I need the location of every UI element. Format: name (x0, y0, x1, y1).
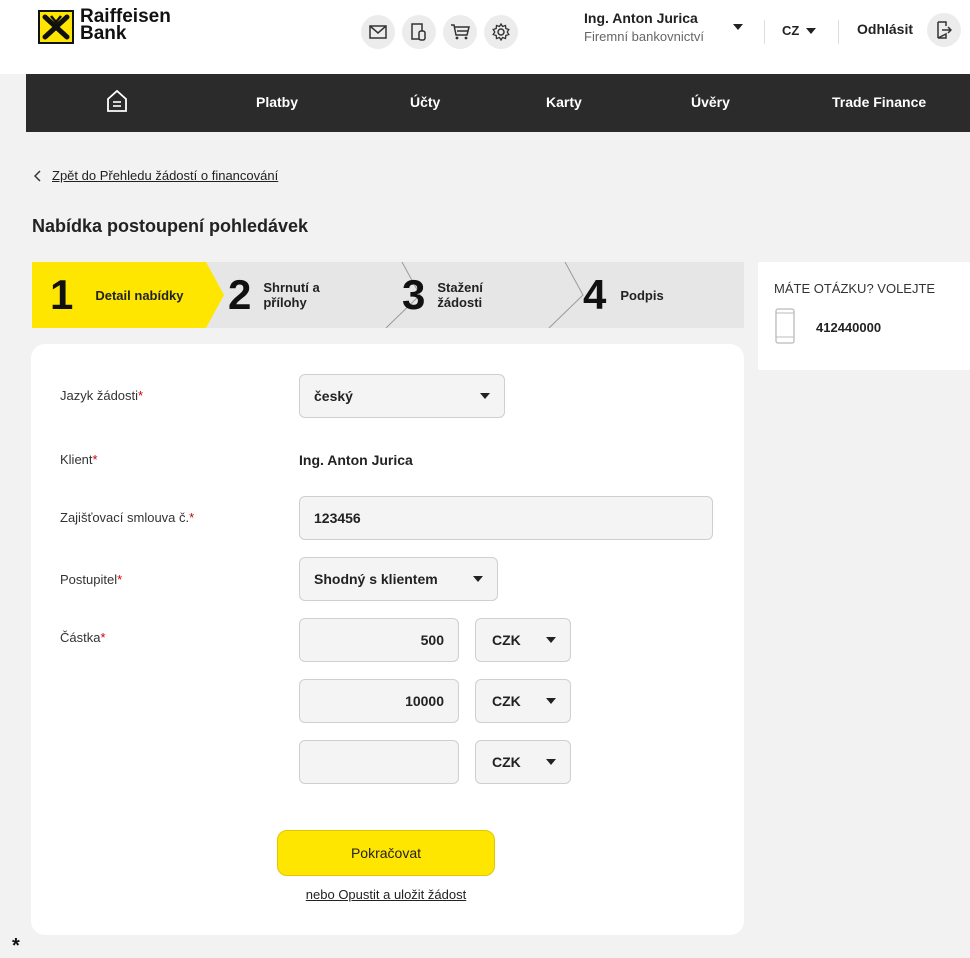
currency-value: CZK (492, 754, 521, 770)
chevron-down-icon (546, 759, 556, 765)
amount-value: 500 (420, 632, 444, 648)
step-label: Podpis (620, 287, 664, 303)
assignor-select[interactable]: Shodný s klientem (299, 557, 498, 601)
contract-label: Zajišťovací smlouva č.* (60, 510, 195, 525)
user-name: Ing. Anton Jurica (584, 10, 698, 26)
page-title: Nabídka postoupení pohledávek (32, 216, 309, 236)
chevron-down-icon (473, 576, 483, 582)
step-4[interactable]: 4 Podpis (583, 262, 664, 328)
document-icon[interactable] (402, 15, 436, 49)
stepper: 1 Detail nabídky 2 Shrnutí a přílohy 3 S… (32, 262, 744, 328)
logo-mark-icon (38, 10, 74, 44)
footnote-mark: * (12, 935, 20, 957)
chevron-down-icon (480, 393, 490, 399)
nav-item-karty[interactable]: Karty (546, 94, 582, 110)
language-value: CZ (782, 23, 800, 38)
settings-icon[interactable] (484, 15, 518, 49)
save-and-exit-link[interactable]: nebo Opustit a uložit žádost (291, 887, 481, 902)
language-select[interactable]: český (299, 374, 505, 418)
help-phone-number[interactable]: 412440000 (816, 320, 881, 335)
nav-item-platby[interactable]: Platby (256, 94, 298, 110)
nav-item-ucty[interactable]: Účty (410, 94, 440, 110)
step-number: 1 (50, 271, 74, 318)
breadcrumb: Zpět do Přehledu žádostí o financování (34, 168, 278, 183)
step-number: 4 (583, 271, 607, 318)
chevron-down-icon (546, 698, 556, 704)
currency-value: CZK (492, 632, 521, 648)
client-value: Ing. Anton Jurica (299, 452, 413, 468)
amount-field-3[interactable] (299, 740, 459, 784)
help-title: MÁTE OTÁZKU? VOLEJTE (774, 281, 936, 296)
chevron-down-icon (546, 637, 556, 643)
language-label: Jazyk žádosti* (60, 388, 144, 403)
logout-link[interactable]: Odhlásit (857, 21, 913, 37)
step-label: Stažení žádosti (437, 280, 483, 310)
step-number: 3 (402, 271, 426, 318)
currency-select-3[interactable]: CZK (475, 740, 571, 784)
step-number: 2 (228, 271, 252, 318)
user-menu-chevron-down-icon[interactable] (733, 24, 743, 30)
help-panel: MÁTE OTÁZKU? VOLEJTE 412440000 (758, 262, 970, 370)
currency-select-2[interactable]: CZK (475, 679, 571, 723)
step-2[interactable]: 2 Shrnutí a přílohy (228, 262, 343, 328)
client-label: Klient* (60, 452, 98, 467)
cart-icon[interactable] (443, 15, 477, 49)
amount-field-1[interactable]: 500 (299, 618, 459, 662)
home-icon[interactable] (106, 89, 128, 118)
currency-select-1[interactable]: CZK (475, 618, 571, 662)
amount-value: 10000 (405, 693, 444, 709)
main-nav: Platby Účty Karty Úvěry Trade Finance (26, 74, 970, 132)
step-label: Detail nabídky (95, 287, 184, 303)
back-link[interactable]: Zpět do Přehledu žádostí o financování (52, 168, 278, 183)
user-role: Firemní bankovnictví (584, 29, 704, 44)
divider (838, 20, 839, 44)
step-1[interactable]: 1 Detail nabídky (50, 262, 184, 328)
continue-button[interactable]: Pokračovat (277, 830, 495, 876)
user-menu[interactable]: Ing. Anton Jurica Firemní bankovnictví (584, 10, 704, 44)
logout-icon[interactable] (927, 13, 961, 47)
divider (764, 20, 765, 44)
language-select[interactable]: CZ (782, 23, 817, 38)
logo-line2: Bank (80, 23, 127, 44)
amount-field-2[interactable]: 10000 (299, 679, 459, 723)
header: Raiffeisen Bank Ing. Anton Jurica Firemn… (0, 0, 970, 74)
currency-value: CZK (492, 693, 521, 709)
phone-icon (775, 308, 795, 349)
contract-number-value: 123456 (314, 510, 361, 526)
chevron-down-icon (806, 27, 817, 34)
amount-label: Částka* (60, 630, 106, 645)
step-3[interactable]: 3 Stažení žádosti (402, 262, 507, 328)
step-label: Shrnutí a přílohy (263, 280, 320, 310)
form-card: Jazyk žádosti* český Klient* Ing. Anton … (31, 344, 744, 935)
assignor-select-value: Shodný s klientem (314, 571, 438, 587)
mail-icon[interactable] (361, 15, 395, 49)
nav-item-uvery[interactable]: Úvěry (691, 94, 730, 110)
language-select-value: český (314, 388, 353, 404)
nav-item-trade-finance[interactable]: Trade Finance (832, 94, 926, 110)
assignor-label: Postupitel* (60, 572, 123, 587)
contract-number-field[interactable]: 123456 (299, 496, 713, 540)
chevron-left-icon (34, 169, 41, 182)
bank-logo[interactable]: Raiffeisen Bank (38, 7, 171, 44)
